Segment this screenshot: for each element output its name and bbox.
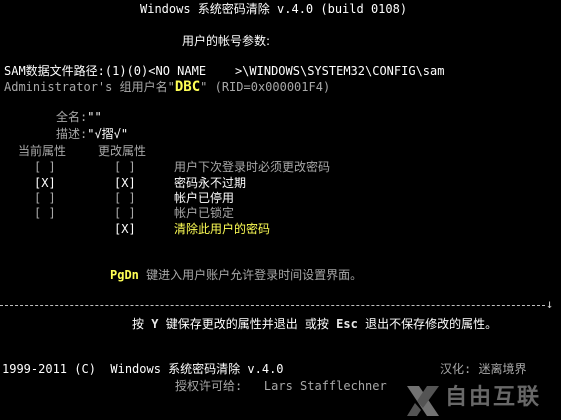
separator-line [0,305,545,306]
change-attr-3[interactable]: [ ] [114,206,136,220]
change-attr-0[interactable]: [ ] [114,160,136,174]
x-logo-icon [407,386,439,416]
current-attr-1: [X] [34,176,56,190]
attr-label-must-change-password[interactable]: 用户下次登录时必须更改密码 [174,160,330,174]
attr-label-password-never-expires[interactable]: 密码永不过期 [174,176,246,190]
change-attrs-header: 更改属性 [98,144,147,158]
current-attrs-header: 当前属性 [18,144,67,158]
attr-label-account-locked[interactable]: 帐户已锁定 [174,206,234,220]
pgdn-hint: PgDn 键进入用户账户允许登录时间设置界面。 [110,268,362,282]
fullname-label: 全名: [56,110,88,124]
save-suffix: 退出不保存修改的属性。 [357,317,498,331]
sam-path-label: SAM数据文件路径: [4,64,105,78]
sam-path-row: SAM数据文件路径:(1)(0)<NO NAME >\WINDOWS\SYSTE… [4,64,444,78]
copyright-line: 1999-2011 (C) Windows 系统密码清除 v.4.0 [2,362,284,376]
attr-label-account-disabled[interactable]: 帐户已停用 [174,191,234,205]
account-params-heading: 用户的帐号参数: [182,34,271,48]
localization-credit: 汉化: 迷离境界 [440,362,527,376]
window-title: Windows 系统密码清除 v.4.0 (build 0108) [140,2,408,16]
attr-label-clear-password[interactable]: 清除此用户的密码 [174,222,270,236]
license-line: 授权许可给: Lars Stafflechner [175,379,387,393]
rid-value: " (RID=0x000001F4) [200,80,331,94]
description-label: 描述: [56,127,88,141]
current-attr-2: [ ] [34,191,56,205]
current-attr-3: [ ] [34,206,56,220]
save-prefix: 按 [132,317,152,331]
esc-key[interactable]: Esc [336,317,358,331]
fullname-row: 全名:"" [56,110,102,124]
fullname-value: "" [87,110,102,124]
pgdn-key[interactable]: PgDn [110,268,139,282]
pgdn-text: 键进入用户账户允许登录时间设置界面。 [138,268,363,282]
watermark: 自由互联 [405,384,555,418]
description-value: "√摺√" [87,127,129,141]
change-attr-1[interactable]: [X] [114,176,136,190]
group-name: DBC [174,79,201,95]
save-middle: 键保存更改的属性并退出 或按 [158,317,337,331]
change-attr-4[interactable]: [X] [114,222,136,236]
save-instruction: 按 Y 键保存更改的属性并退出 或按 Esc 退出不保存修改的属性。 [132,317,497,331]
current-attr-0: [ ] [34,160,56,174]
scroll-down-arrow-icon: ↓ [546,297,554,311]
watermark-text: 自由互联 [445,385,542,410]
change-attr-2[interactable]: [ ] [114,191,136,205]
account-row: Administrator's 组用户名"DBC" (RID=0x000001F… [4,80,330,94]
group-label: 组用户名" [119,80,175,94]
description-row: 描述:"√摺√" [56,127,128,141]
sam-path-value: (1)(0)<NO NAME >\WINDOWS\SYSTEM32\CONFIG… [104,64,445,78]
account-name: Administrator's [4,80,113,94]
